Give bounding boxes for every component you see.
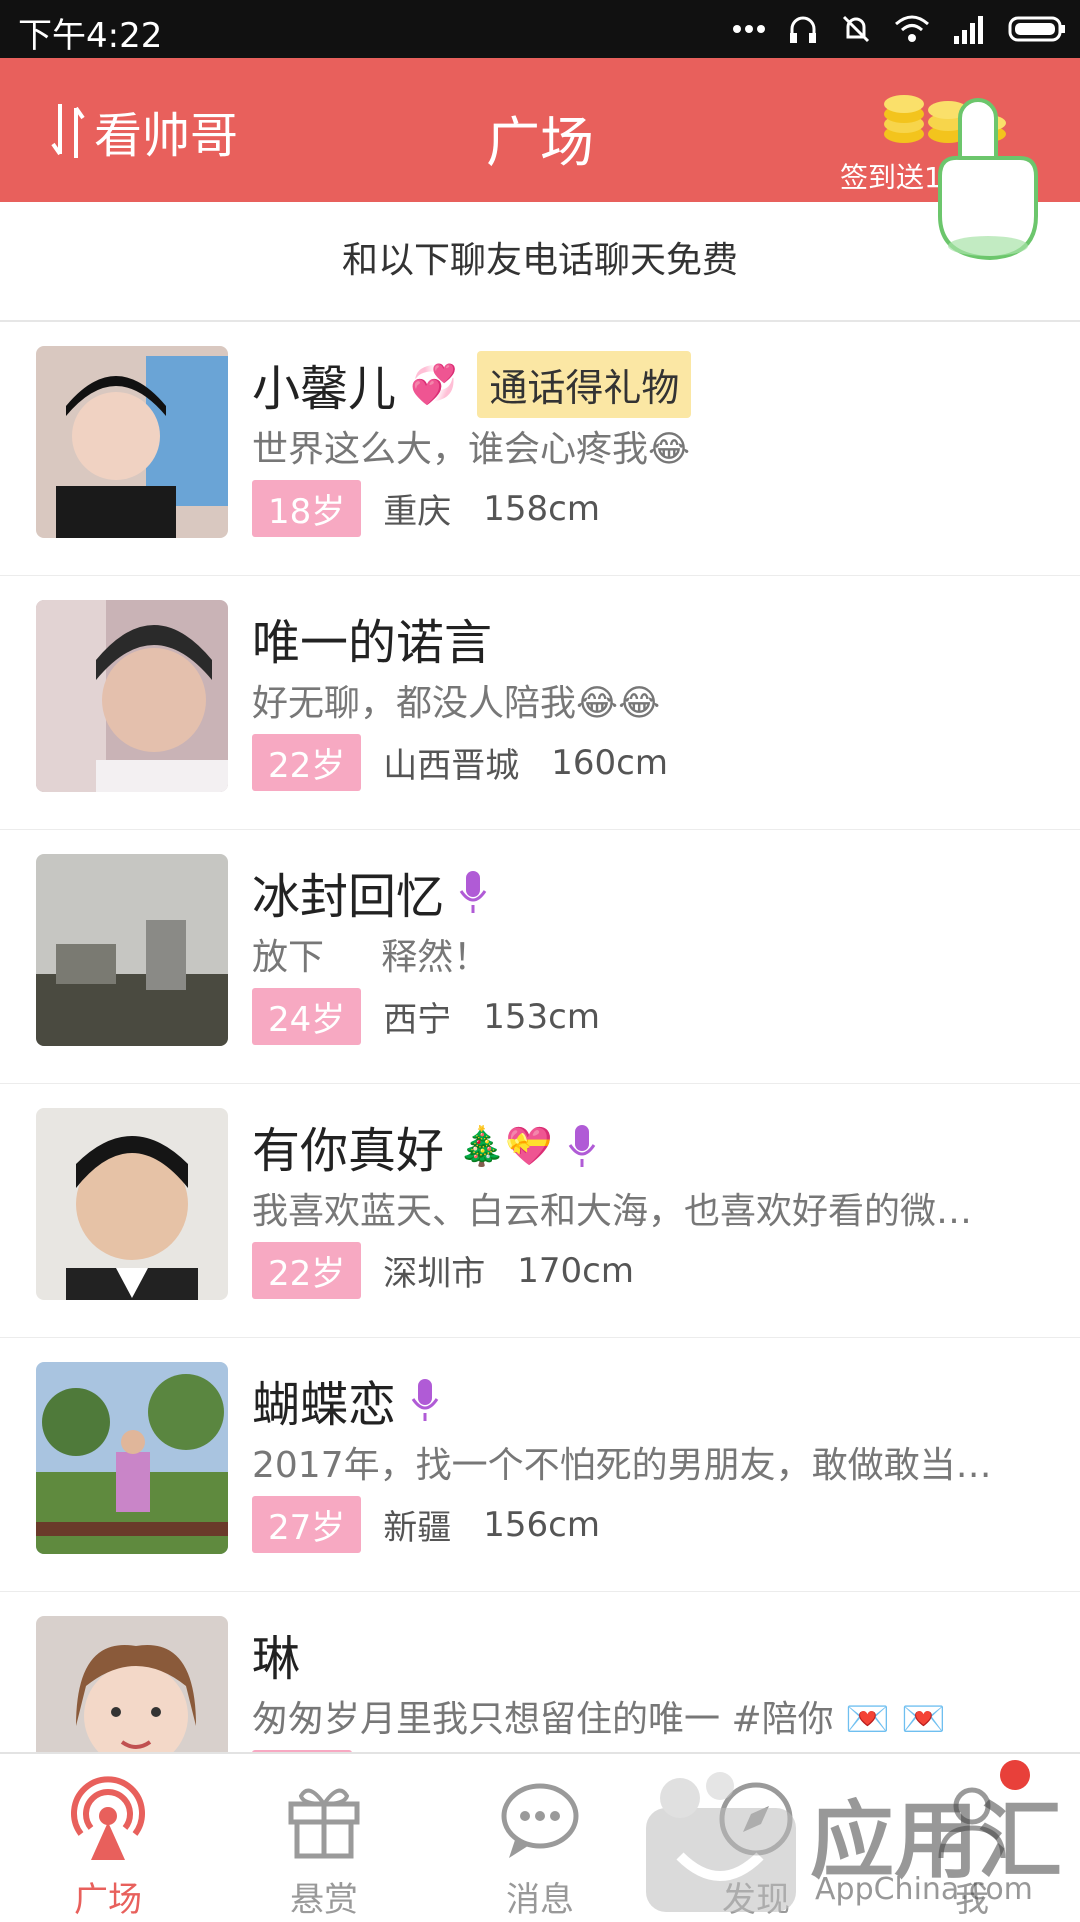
gift-icon	[288, 1788, 360, 1859]
tab-discover[interactable]: 发现	[648, 1754, 864, 1922]
broadcast-icon	[71, 1776, 145, 1860]
user-height: 160cm	[551, 742, 668, 783]
avatar-photo	[36, 600, 228, 792]
user-name: 冰封回忆	[252, 869, 445, 925]
avatar-photo	[36, 1108, 228, 1300]
tab-label: 消息	[506, 1880, 574, 1920]
user-name: 唯一的诺言	[252, 615, 493, 671]
avatar-photo	[36, 1616, 228, 1752]
tab-label: 我	[955, 1880, 989, 1920]
avatar-photo	[36, 346, 228, 538]
age-badge: 22岁	[252, 1242, 362, 1299]
wifi-icon	[895, 15, 929, 42]
avatar[interactable]	[36, 1616, 228, 1752]
list-item[interactable]: 琳 匆匆岁月里我只想留住的唯一 #陪你 💌 💌	[0, 1592, 1080, 1752]
avatar[interactable]	[36, 854, 228, 1046]
user-meta: 22岁 山西晋城 160cm	[252, 734, 668, 791]
user-meta: 22岁 深圳市 170cm	[252, 1242, 634, 1299]
tab-messages[interactable]: 消息	[432, 1754, 648, 1922]
user-meta: 27岁 新疆 156cm	[252, 1496, 600, 1553]
name-emoji: 💞	[410, 361, 458, 406]
list-item[interactable]: 小馨儿 💞 通话得礼物 世界这么大，谁会心疼我😂 18岁 重庆 158cm	[0, 322, 1080, 576]
user-name: 有你真好	[252, 1123, 445, 1179]
list-item[interactable]: 蝴蝶恋 2017年，找一个不怕死的男朋友，敢做敢当… 27岁 新疆 156cm	[0, 1338, 1080, 1592]
user-height: 156cm	[483, 1504, 600, 1545]
user-name: 蝴蝶恋	[252, 1377, 397, 1433]
user-location: 深圳市	[383, 1254, 486, 1294]
tab-square[interactable]: 广场	[0, 1754, 216, 1922]
name-row: 小馨儿 💞 通话得礼物	[252, 346, 692, 422]
user-height: 158cm	[483, 488, 600, 529]
tab-reward[interactable]: 悬赏	[216, 1754, 432, 1922]
battery-icon	[1008, 16, 1065, 42]
name-row: 冰封回忆	[252, 854, 488, 930]
more-dots-icon	[733, 25, 765, 33]
user-meta: 24岁 西宁 153cm	[252, 988, 600, 1045]
user-name: 小馨儿	[252, 361, 397, 417]
chat-bubble-icon	[501, 1783, 579, 1858]
user-meta: 18岁 重庆 158cm	[252, 480, 600, 537]
user-location: 重庆	[383, 492, 452, 532]
name-row: 琳	[252, 1616, 300, 1692]
signal-icon	[954, 16, 983, 44]
status-bar: 下午4:22	[0, 0, 1080, 58]
user-signature: 放下 释然！	[252, 937, 490, 978]
avatar[interactable]	[36, 346, 228, 538]
bottom-nav: 广场 悬赏 消息 发现 我	[0, 1752, 1080, 1922]
age-badge: 27岁	[252, 1496, 362, 1553]
user-location: 西宁	[383, 1000, 452, 1040]
list-item[interactable]: 有你真好 🎄💝 我喜欢蓝天、白云和大海，也喜欢好看的微… 22岁 深圳市 170…	[0, 1084, 1080, 1338]
user-height: 170cm	[517, 1250, 634, 1291]
tab-label: 悬赏	[290, 1880, 358, 1920]
avatar[interactable]	[36, 600, 228, 792]
notification-dot	[1000, 1760, 1030, 1790]
user-location: 新疆	[383, 1508, 452, 1548]
voice-mic-icon	[459, 871, 487, 913]
user-location: 山西晋城	[383, 746, 520, 786]
user-signature: 匆匆岁月里我只想留住的唯一 #陪你 💌 💌	[252, 1699, 947, 1740]
user-signature: 2017年，找一个不怕死的男朋友，敢做敢当…	[252, 1445, 992, 1486]
avatar-photo	[36, 1362, 228, 1554]
user-name: 琳	[252, 1631, 301, 1687]
status-time: 下午4:22	[18, 16, 163, 56]
avatar[interactable]	[36, 1108, 228, 1300]
tab-me[interactable]: 我	[864, 1754, 1080, 1922]
user-list: 小馨儿 💞 通话得礼物 世界这么大，谁会心疼我😂 18岁 重庆 158cm 唯一…	[0, 322, 1080, 1752]
compass-icon	[719, 1782, 793, 1856]
voice-mic-icon	[411, 1379, 439, 1421]
user-height: 153cm	[483, 996, 600, 1037]
voice-mic-icon	[568, 1125, 595, 1167]
list-item[interactable]: 唯一的诺言 好无聊，都没人陪我😂😂 22岁 山西晋城 160cm	[0, 576, 1080, 830]
tab-label: 广场	[74, 1880, 142, 1920]
list-item[interactable]: 冰封回忆 放下 释然！ 24岁 西宁 153cm	[0, 830, 1080, 1084]
top-header: 看帅哥 广场 签到送1-	[0, 58, 1080, 202]
tab-label: 发现	[722, 1880, 790, 1920]
name-emoji: 🎄💝	[458, 1123, 553, 1168]
name-row: 蝴蝶恋	[252, 1362, 440, 1438]
person-icon	[938, 1787, 1006, 1859]
user-signature: 我喜欢蓝天、白云和大海，也喜欢好看的微…	[252, 1191, 973, 1232]
mute-bell-icon	[842, 15, 870, 43]
headphones-icon	[790, 16, 816, 43]
avatar[interactable]	[36, 1362, 228, 1554]
status-icons	[732, 10, 1066, 48]
user-signature: 世界这么大，谁会心疼我😂	[252, 429, 691, 470]
name-row: 唯一的诺言	[252, 600, 492, 676]
age-badge: 18岁	[252, 480, 362, 537]
user-signature: 好无聊，都没人陪我😂😂	[252, 683, 661, 724]
name-row: 有你真好 🎄💝	[252, 1108, 597, 1184]
free-call-notice: 和以下聊友电话聊天免费	[0, 202, 1080, 322]
age-badge: 24岁	[252, 988, 362, 1045]
avatar-photo	[36, 854, 228, 1046]
gift-tag: 通话得礼物	[477, 350, 692, 418]
age-badge: 22岁	[252, 734, 362, 791]
